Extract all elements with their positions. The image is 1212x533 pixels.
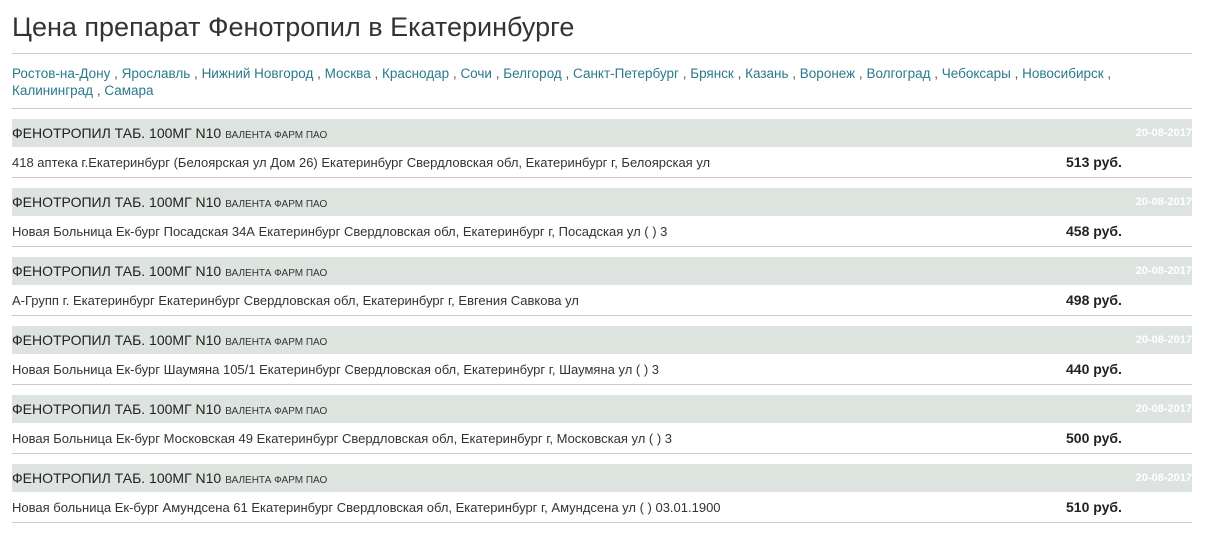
offer-header: ФЕНОТРОПИЛ ТАБ. 100МГ N10 ВАЛЕНТА ФАРМ ПА… <box>12 119 1192 147</box>
offer-row: Новая Больница Ек-бург Посадская 34А Ека… <box>12 216 1192 247</box>
offer-item: ФЕНОТРОПИЛ ТАБ. 100МГ N10 ВАЛЕНТА ФАРМ ПА… <box>12 257 1192 326</box>
offer-item: ФЕНОТРОПИЛ ТАБ. 100МГ N10 ВАЛЕНТА ФАРМ ПА… <box>12 119 1192 188</box>
offer-header: ФЕНОТРОПИЛ ТАБ. 100МГ N10 ВАЛЕНТА ФАРМ ПА… <box>12 464 1192 492</box>
pharmacy-address: Новая Больница Ек-бург Посадская 34А Ека… <box>12 223 668 239</box>
city-link[interactable]: Краснодар <box>382 66 449 81</box>
offer-row: 418 аптека г.Екатеринбург (Белоярская ул… <box>12 147 1192 178</box>
offer-date: 20-08-2017 <box>1135 127 1192 139</box>
manufacturer: ВАЛЕНТА ФАРМ ПАО <box>225 406 328 417</box>
offer-item: ФЕНОТРОПИЛ ТАБ. 100МГ N10 ВАЛЕНТА ФАРМ ПА… <box>12 326 1192 395</box>
offer-list: ФЕНОТРОПИЛ ТАБ. 100МГ N10 ВАЛЕНТА ФАРМ ПА… <box>12 119 1192 533</box>
manufacturer: ВАЛЕНТА ФАРМ ПАО <box>225 130 328 141</box>
product-name: ФЕНОТРОПИЛ ТАБ. 100МГ N10 <box>12 263 222 279</box>
product-name: ФЕНОТРОПИЛ ТАБ. 100МГ N10 <box>12 125 222 141</box>
city-link[interactable]: Чебоксары <box>942 66 1011 81</box>
manufacturer: ВАЛЕНТА ФАРМ ПАО <box>225 268 328 279</box>
offer-row: Новая больница Ек-бург Амундсена 61 Екат… <box>12 492 1192 523</box>
pharmacy-address: Новая больница Ек-бург Амундсена 61 Екат… <box>12 499 721 515</box>
offer-row: А-Групп г. Екатеринбург Екатеринбург Све… <box>12 285 1192 316</box>
pharmacy-address: А-Групп г. Екатеринбург Екатеринбург Све… <box>12 292 579 308</box>
pharmacy-address: Новая Больница Ек-бург Московская 49 Ека… <box>12 430 673 446</box>
product-name: ФЕНОТРОПИЛ ТАБ. 100МГ N10 <box>12 332 222 348</box>
divider <box>12 108 1192 109</box>
page: Цена препарат Фенотропил в Екатеринбурге… <box>12 0 1192 533</box>
product-name: ФЕНОТРОПИЛ ТАБ. 100МГ N10 <box>12 194 222 210</box>
offer-date: 20-08-2017 <box>1135 334 1192 346</box>
offer-header: ФЕНОТРОПИЛ ТАБ. 100МГ N10 ВАЛЕНТА ФАРМ ПА… <box>12 326 1192 354</box>
price: 458 руб. <box>1066 223 1122 239</box>
pharmacy-address: 418 аптека г.Екатеринбург (Белоярская ул… <box>12 154 711 170</box>
city-link[interactable]: Волгоград <box>866 66 930 81</box>
offer-header: ФЕНОТРОПИЛ ТАБ. 100МГ N10 ВАЛЕНТА ФАРМ ПА… <box>12 257 1192 285</box>
page-title: Цена препарат Фенотропил в Екатеринбурге <box>12 12 575 42</box>
city-link[interactable]: Калининград <box>12 83 93 98</box>
city-link[interactable]: Сочи <box>460 66 492 81</box>
manufacturer: ВАЛЕНТА ФАРМ ПАО <box>225 199 328 210</box>
offer-row: Новая Больница Ек-бург Московская 49 Ека… <box>12 423 1192 454</box>
city-links: Ростов-на-Дону , Ярославль , Нижний Новг… <box>12 66 1112 98</box>
product-name: ФЕНОТРОПИЛ ТАБ. 100МГ N10 <box>12 470 222 486</box>
price: 500 руб. <box>1066 430 1122 446</box>
price: 513 руб. <box>1066 154 1122 170</box>
city-link[interactable]: Брянск <box>690 66 734 81</box>
offer-item: ФЕНОТРОПИЛ ТАБ. 100МГ N10 ВАЛЕНТА ФАРМ ПА… <box>12 188 1192 257</box>
offer-header: ФЕНОТРОПИЛ ТАБ. 100МГ N10 ВАЛЕНТА ФАРМ ПА… <box>12 188 1192 216</box>
city-link[interactable]: Ярославль <box>122 66 191 81</box>
offer-item: ФЕНОТРОПИЛ ТАБ. 100МГ N10 ВАЛЕНТА ФАРМ ПА… <box>12 395 1192 464</box>
city-link[interactable]: Нижний Новгород <box>202 66 314 81</box>
offer-item: ФЕНОТРОПИЛ ТАБ. 100МГ N10 ВАЛЕНТА ФАРМ ПА… <box>12 464 1192 533</box>
offer-date: 20-08-2017 <box>1135 196 1192 208</box>
offer-date: 20-08-2017 <box>1135 403 1192 415</box>
price: 440 руб. <box>1066 361 1122 377</box>
city-link[interactable]: Новосибирск <box>1022 66 1104 81</box>
manufacturer: ВАЛЕНТА ФАРМ ПАО <box>225 475 328 486</box>
city-link[interactable]: Воронеж <box>800 66 855 81</box>
offer-date: 20-08-2017 <box>1135 472 1192 484</box>
offer-row: Новая Больница Ек-бург Шаумяна 105/1 Ека… <box>12 354 1192 385</box>
manufacturer: ВАЛЕНТА ФАРМ ПАО <box>225 337 328 348</box>
city-link[interactable]: Казань <box>745 66 788 81</box>
city-link[interactable]: Москва <box>325 66 371 81</box>
city-link[interactable]: Самара <box>104 83 153 98</box>
city-link[interactable]: Ростов-на-Дону <box>12 66 110 81</box>
pharmacy-address: Новая Больница Ек-бург Шаумяна 105/1 Ека… <box>12 361 660 377</box>
offer-date: 20-08-2017 <box>1135 265 1192 277</box>
city-link[interactable]: Белгород <box>503 66 562 81</box>
product-name: ФЕНОТРОПИЛ ТАБ. 100МГ N10 <box>12 401 222 417</box>
city-link[interactable]: Санкт-Петербург <box>573 66 679 81</box>
offer-header: ФЕНОТРОПИЛ ТАБ. 100МГ N10 ВАЛЕНТА ФАРМ ПА… <box>12 395 1192 423</box>
price: 498 руб. <box>1066 292 1122 308</box>
price: 510 руб. <box>1066 499 1122 515</box>
